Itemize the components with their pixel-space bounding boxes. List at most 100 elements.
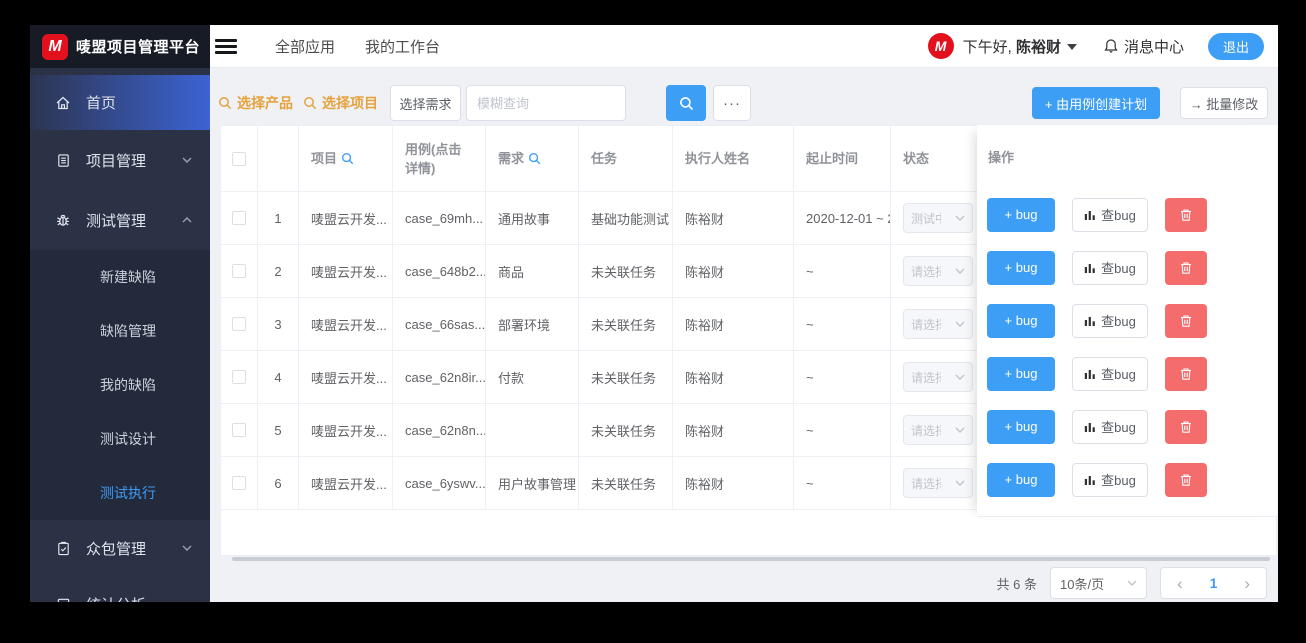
chevron-down-icon: [182, 545, 192, 551]
sidebar-item-label: 项目管理: [86, 152, 147, 170]
greeting-text[interactable]: 下午好, 陈裕财: [963, 36, 1061, 57]
pager: ‹ 1 ›: [1160, 567, 1267, 599]
usecase-cell[interactable]: case_6yswv...: [393, 457, 486, 510]
usecase-cell[interactable]: case_648b2...: [393, 245, 486, 298]
add-bug-button[interactable]: + bug: [987, 197, 1055, 232]
usecase-cell[interactable]: case_62n8ir...: [393, 351, 486, 404]
sidebar-item-label: 众包管理: [86, 540, 147, 558]
requirement-header: 需求: [486, 126, 579, 192]
sidebar-item-test-mgmt[interactable]: 测试管理: [30, 190, 210, 250]
status-select[interactable]: 请选择: [903, 415, 973, 445]
operations-row: + bug 查bug: [977, 453, 1277, 506]
view-bug-button[interactable]: 查bug: [1072, 462, 1148, 497]
bell-icon: [1104, 39, 1118, 53]
select-requirement-button[interactable]: 选择需求: [390, 85, 461, 121]
chevron-down-icon: [955, 215, 965, 221]
chevron-down-icon: [182, 157, 192, 163]
add-bug-button[interactable]: + bug: [987, 356, 1055, 391]
prev-page-button[interactable]: ‹: [1177, 575, 1183, 592]
add-bug-button[interactable]: + bug: [987, 303, 1055, 338]
delete-button[interactable]: [1165, 356, 1207, 391]
avatar[interactable]: M: [927, 33, 954, 59]
view-bug-button[interactable]: 查bug: [1072, 303, 1148, 338]
row-checkbox[interactable]: [232, 423, 246, 437]
search-icon[interactable]: [341, 152, 354, 165]
view-bug-label: 查bug: [1101, 261, 1136, 276]
delete-button[interactable]: [1165, 250, 1207, 285]
message-center-link[interactable]: 消息中心: [1103, 36, 1184, 57]
sidebar-subitem-my-defects[interactable]: 我的缺陷: [30, 358, 210, 412]
status-select[interactable]: 测试中: [903, 203, 973, 233]
add-bug-button[interactable]: + bug: [987, 462, 1055, 497]
delete-button[interactable]: [1165, 409, 1207, 444]
add-bug-button[interactable]: + bug: [987, 409, 1055, 444]
row-checkbox[interactable]: [232, 211, 246, 225]
app-title: 唛盟项目管理平台: [76, 39, 201, 56]
trash-icon: [1181, 208, 1191, 221]
page-size-select[interactable]: 10条/页: [1050, 567, 1147, 599]
sidebar-item-statistics[interactable]: 统计分析: [30, 576, 210, 602]
nav-tab-all-apps[interactable]: 全部应用: [275, 36, 335, 57]
view-bug-button[interactable]: 查bug: [1072, 356, 1148, 391]
sidebar-item-project-mgmt[interactable]: 项目管理: [30, 130, 210, 190]
batch-edit-button[interactable]: → 批量修改: [1180, 87, 1268, 119]
create-plan-button[interactable]: + 由用例创建计划: [1032, 87, 1160, 119]
bar-chart-icon: [1084, 369, 1095, 379]
project-cell: 唛盟云开发...: [299, 245, 393, 298]
view-bug-button[interactable]: 查bug: [1072, 197, 1148, 232]
sidebar-item-home[interactable]: 首页: [30, 75, 210, 130]
next-page-button[interactable]: ›: [1244, 575, 1250, 592]
time-cell: 2020-12-01 ~ 20: [794, 192, 891, 245]
status-select[interactable]: 请选择: [903, 309, 973, 339]
delete-button[interactable]: [1165, 303, 1207, 338]
username: 陈裕财: [1015, 38, 1061, 56]
view-bug-button[interactable]: 查bug: [1072, 250, 1148, 285]
chevron-down-icon: [955, 268, 965, 274]
nav-tab-workbench[interactable]: 我的工作台: [365, 36, 440, 57]
hamburger-menu-icon[interactable]: [215, 38, 237, 54]
logout-button[interactable]: 退出: [1207, 32, 1264, 60]
task-cell: 未关联任务: [579, 457, 673, 510]
search-icon: [679, 96, 693, 110]
row-checkbox[interactable]: [232, 370, 246, 384]
chart-icon: [55, 596, 71, 602]
search-button[interactable]: [666, 85, 706, 121]
select-project-link[interactable]: 选择项目: [303, 93, 378, 113]
sidebar-subitem-test-execution[interactable]: 测试执行: [30, 466, 210, 520]
filter-bar: 选择产品 选择项目 选择需求 ···: [218, 85, 751, 121]
user-dropdown-caret-icon[interactable]: [1066, 44, 1077, 50]
sidebar-subitem-defect-mgmt[interactable]: 缺陷管理: [30, 304, 210, 358]
horizontal-scrollbar[interactable]: [232, 557, 1270, 561]
requirement-cell: [486, 404, 579, 457]
status-select-value: 请选择: [911, 423, 941, 438]
current-page[interactable]: 1: [1210, 575, 1218, 591]
requirement-header-label: 需求: [498, 151, 525, 166]
row-checkbox[interactable]: [232, 317, 246, 331]
select-product-link[interactable]: 选择产品: [218, 93, 293, 113]
status-select[interactable]: 请选择: [903, 256, 973, 286]
bar-chart-icon: [1084, 475, 1095, 485]
search-icon[interactable]: [528, 152, 541, 165]
trash-icon: [1181, 420, 1191, 433]
row-checkbox[interactable]: [232, 264, 246, 278]
row-checkbox[interactable]: [232, 476, 246, 490]
sidebar-subitem-test-design[interactable]: 测试设计: [30, 412, 210, 466]
delete-button[interactable]: [1165, 462, 1207, 497]
add-bug-button[interactable]: + bug: [987, 250, 1055, 285]
table-actions: + 由用例创建计划 → 批量修改: [1032, 87, 1268, 119]
usecase-cell[interactable]: case_66sas...: [393, 298, 486, 351]
status-select[interactable]: 请选择: [903, 468, 973, 498]
select-all-checkbox[interactable]: [232, 151, 246, 166]
fuzzy-search-input[interactable]: [466, 85, 626, 121]
sidebar-item-crowd-mgmt[interactable]: 众包管理: [30, 520, 210, 576]
view-bug-button[interactable]: 查bug: [1072, 409, 1148, 444]
status-select[interactable]: 请选择: [903, 362, 973, 392]
operations-row: + bug 查bug: [977, 294, 1277, 347]
chevron-down-icon: [955, 480, 965, 486]
usecase-cell[interactable]: case_69mh...: [393, 192, 486, 245]
project-cell: 唛盟云开发...: [299, 351, 393, 404]
more-filters-button[interactable]: ···: [713, 85, 751, 121]
delete-button[interactable]: [1165, 197, 1207, 232]
sidebar-subitem-new-defect[interactable]: 新建缺陷: [30, 250, 210, 304]
usecase-cell[interactable]: case_62n8n...: [393, 404, 486, 457]
